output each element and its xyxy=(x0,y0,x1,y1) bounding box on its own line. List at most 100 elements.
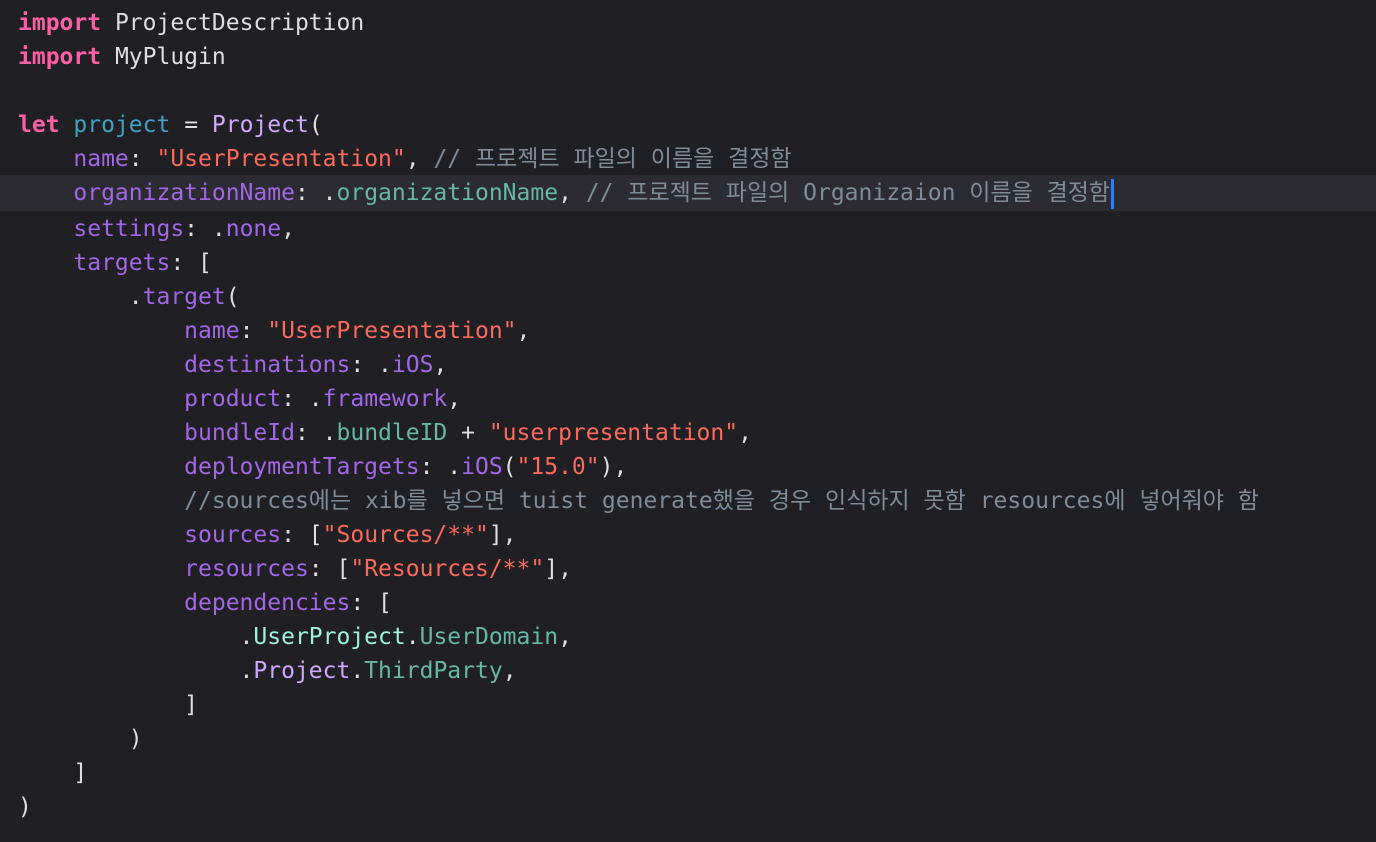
code-token-plain: ] xyxy=(18,760,88,786)
code-line[interactable]: dependencies: [ xyxy=(0,586,1376,620)
code-token-plain: : . xyxy=(419,454,462,480)
code-line[interactable]: name: "UserPresentation", xyxy=(0,314,1376,348)
code-token-param: deploymentTargets xyxy=(184,454,420,480)
code-token-str: "userpresentation" xyxy=(488,420,739,446)
code-token-plain: . xyxy=(18,658,254,684)
code-line[interactable]: ) xyxy=(0,722,1376,756)
code-token-param: name xyxy=(184,318,240,344)
code-token-plain: ], xyxy=(544,556,572,582)
code-token-param: sources xyxy=(184,522,282,548)
code-line[interactable]: .Project.ThirdParty, xyxy=(0,654,1376,688)
code-token-plain: : . xyxy=(294,180,337,206)
code-token-cmt: //sources에는 xib를 넣으면 tuist generate했을 경우… xyxy=(184,488,1259,514)
code-line[interactable] xyxy=(0,74,1376,108)
code-token-plain: , xyxy=(558,180,586,206)
code-token-enum: bundleID xyxy=(336,420,448,446)
code-token-str: "UserPresentation" xyxy=(156,146,406,172)
code-token-plain: ) xyxy=(18,794,32,820)
code-token-decl: project xyxy=(73,112,171,138)
code-line[interactable]: import ProjectDescription xyxy=(0,6,1376,40)
code-token-plain: ), xyxy=(599,454,628,480)
code-token-plain: , xyxy=(433,352,448,378)
code-token-param: iOS xyxy=(461,454,503,480)
code-token-plain: + xyxy=(447,420,489,446)
code-token-param: framework xyxy=(322,386,448,412)
code-token-cls: Project xyxy=(211,112,309,138)
code-token-plain: , xyxy=(405,146,434,172)
code-token-plain: , xyxy=(502,658,517,684)
code-token-plain: . xyxy=(350,658,365,684)
code-token-plain: , xyxy=(516,318,531,344)
code-token-plain: MyPlugin xyxy=(101,44,226,70)
code-token-plain: ( xyxy=(225,284,240,310)
code-line[interactable]: product: .framework, xyxy=(0,382,1376,416)
code-line[interactable]: ] xyxy=(0,756,1376,790)
code-token-enum: ThirdParty xyxy=(364,658,503,684)
code-token-cmt: // 프로젝트 파일의 Organizaion 이름을 결정함 xyxy=(585,180,1111,206)
code-token-kw: import xyxy=(18,44,102,70)
code-token-str: "15.0" xyxy=(516,454,600,480)
code-token-kw: let xyxy=(18,112,60,138)
code-line[interactable]: sources: ["Sources/**"], xyxy=(0,518,1376,552)
code-line[interactable]: .target( xyxy=(0,280,1376,314)
code-token-param: destinations xyxy=(184,352,351,378)
code-token-plain: ) xyxy=(18,726,143,752)
code-token-plain: : [ xyxy=(281,522,323,548)
code-line[interactable]: bundleId: .bundleID + "userpresentation"… xyxy=(0,416,1376,450)
code-token-plain: . xyxy=(18,284,143,310)
code-token-plain: ( xyxy=(308,112,323,138)
code-line[interactable]: let project = Project( xyxy=(0,108,1376,142)
code-line[interactable]: import MyPlugin xyxy=(0,40,1376,74)
code-token-str: "Resources/**" xyxy=(350,556,545,582)
code-line[interactable]: ) xyxy=(0,790,1376,824)
code-editor[interactable]: import ProjectDescription import MyPlugin… xyxy=(0,0,1376,842)
code-token-proj: UserProject xyxy=(253,624,406,650)
code-token-plain: : . xyxy=(281,386,323,412)
code-token-plain: , xyxy=(738,420,752,446)
code-token-param: name xyxy=(73,146,129,172)
code-token-plain: : xyxy=(239,318,268,344)
code-line[interactable]: .UserProject.UserDomain, xyxy=(0,620,1376,654)
code-token-param: dependencies xyxy=(184,590,351,616)
code-token-param: resources xyxy=(184,556,309,582)
code-token-param: none xyxy=(225,216,282,242)
code-token-cls: Project xyxy=(253,658,351,684)
code-line[interactable]: //sources에는 xib를 넣으면 tuist generate했을 경우… xyxy=(0,484,1376,518)
code-token-param: iOS xyxy=(391,352,434,378)
code-line-current[interactable]: organizationName: .organizationName, // … xyxy=(0,175,1376,211)
code-token-cmt: // 프로젝트 파일의 이름을 결정함 xyxy=(433,146,792,172)
code-token-param: organizationName xyxy=(73,180,295,206)
code-line[interactable]: resources: ["Resources/**"], xyxy=(0,552,1376,586)
code-token-param: settings xyxy=(73,216,185,242)
code-line[interactable]: deploymentTargets: .iOS("15.0"), xyxy=(0,450,1376,484)
code-line[interactable]: ] xyxy=(0,688,1376,722)
code-token-plain: ], xyxy=(488,522,517,548)
code-token-kw: import xyxy=(18,10,102,36)
code-line[interactable]: destinations: .iOS, xyxy=(0,348,1376,382)
code-token-plain: ProjectDescription xyxy=(101,10,365,36)
code-token-enum: organizationName xyxy=(336,180,559,206)
code-line[interactable]: name: "UserPresentation", // 프로젝트 파일의 이름… xyxy=(0,142,1376,176)
code-token-plain: : . xyxy=(184,216,226,242)
text-cursor xyxy=(1111,178,1115,209)
code-token-plain: , xyxy=(447,386,462,412)
code-token-enum: UserDomain xyxy=(419,624,559,650)
code-token-plain: : . xyxy=(350,352,392,378)
code-token-plain: , xyxy=(558,624,572,650)
code-token-plain: : [ xyxy=(170,250,212,276)
code-token-param: targets xyxy=(73,250,171,276)
code-token-plain: ] xyxy=(18,692,199,718)
code-token-plain: = xyxy=(170,112,212,138)
code-line[interactable]: settings: .none, xyxy=(0,212,1376,246)
code-line[interactable]: targets: [ xyxy=(0,246,1376,280)
code-token-plain: : [ xyxy=(350,590,392,616)
